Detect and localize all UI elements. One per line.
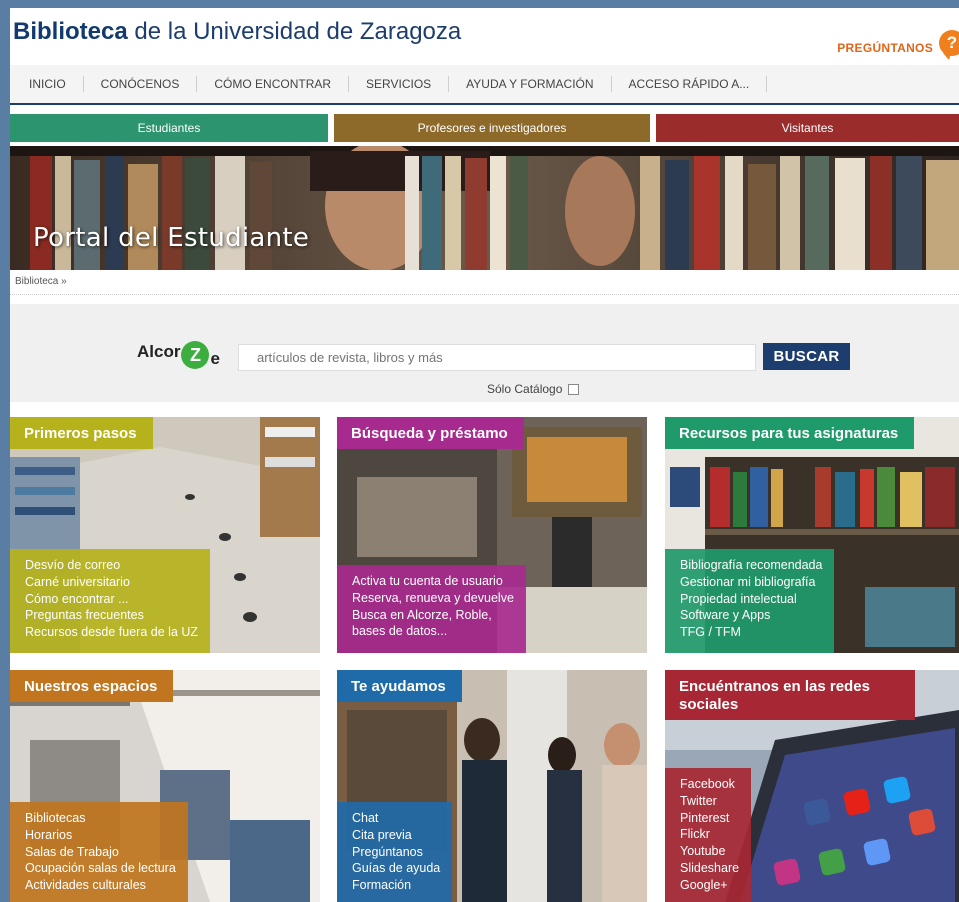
nav-item-inicio[interactable]: INICIO: [12, 76, 84, 92]
card-title[interactable]: Primeros pasos: [10, 417, 153, 449]
tab-estudiantes[interactable]: Estudiantes: [10, 114, 328, 142]
breadcrumb[interactable]: Biblioteca »: [15, 276, 67, 287]
nav-item-como-encontrar[interactable]: CÓMO ENCONTRAR: [197, 76, 350, 92]
logo-text-right: e: [210, 349, 220, 368]
link-bibliografia-recomendada[interactable]: Bibliografía recomendada: [680, 557, 822, 574]
card-links: Chat Cita previa Pregúntanos Guías de ay…: [337, 802, 453, 902]
logo-text-left: Alcor: [137, 342, 181, 361]
link-pinterest[interactable]: Pinterest: [680, 810, 739, 827]
nav-item-servicios[interactable]: SERVICIOS: [349, 76, 450, 92]
card-nuestros-espacios[interactable]: Nuestros espacios Bibliotecas Horarios S…: [10, 670, 320, 902]
link-preguntas-frecuentes[interactable]: Preguntas frecuentes: [25, 607, 198, 624]
link-reserva-renueva[interactable]: Reserva, renueva y devuelve: [352, 590, 514, 607]
site-title[interactable]: Biblioteca de la Universidad de Zaragoza: [13, 18, 461, 46]
ask-link[interactable]: PREGÚNTANOS ?: [837, 30, 959, 60]
card-links: Bibliotecas Horarios Salas de Trabajo Oc…: [10, 802, 188, 902]
link-horarios[interactable]: Horarios: [25, 827, 176, 844]
card-te-ayudamos[interactable]: Te ayudamos Chat Cita previa Pregúntanos…: [337, 670, 647, 902]
catalog-only-checkbox[interactable]: [568, 383, 580, 395]
card-title[interactable]: Nuestros espacios: [10, 670, 174, 702]
nav-item-ayuda-formacion[interactable]: AYUDA Y FORMACIÓN: [449, 76, 612, 92]
link-flickr[interactable]: Flickr: [680, 826, 739, 843]
card-title[interactable]: Te ayudamos: [337, 670, 462, 702]
page: Biblioteca de la Universidad de Zaragoza…: [10, 8, 959, 902]
link-facebook[interactable]: Facebook: [680, 776, 739, 793]
link-bibliotecas[interactable]: Bibliotecas: [25, 810, 176, 827]
card-busqueda-prestamo[interactable]: Búsqueda y préstamo Activa tu cuenta de …: [337, 417, 647, 653]
link-gestionar-bibliografia[interactable]: Gestionar mi bibliografía: [680, 574, 822, 591]
audience-tabs: Estudiantes Profesores e investigadores …: [10, 114, 959, 142]
link-actividades-culturales[interactable]: Actividades culturales: [25, 877, 176, 894]
link-preguntanos[interactable]: Pregúntanos: [352, 844, 440, 861]
link-activa-cuenta[interactable]: Activa tu cuenta de usuario: [352, 573, 514, 590]
link-ocupacion-salas[interactable]: Ocupación salas de lectura: [25, 860, 176, 877]
link-slideshare[interactable]: Slideshare: [680, 860, 739, 877]
card-links: Activa tu cuenta de usuario Reserva, ren…: [337, 565, 526, 653]
card-links: Bibliografía recomendada Gestionar mi bi…: [665, 549, 835, 653]
catalog-only-option[interactable]: Sólo Catálogo: [487, 382, 580, 396]
alcorze-logo: Alcor Z e: [137, 334, 220, 369]
search-button[interactable]: BUSCAR: [763, 343, 850, 370]
breadcrumb-divider: [10, 294, 959, 295]
tab-profesores[interactable]: Profesores e investigadores: [334, 114, 650, 142]
link-tfg-tfm[interactable]: TFG / TFM: [680, 624, 822, 641]
link-cita-previa[interactable]: Cita previa: [352, 827, 440, 844]
card-primeros-pasos[interactable]: Primeros pasos Desvío de correo Carné un…: [10, 417, 320, 653]
ask-label[interactable]: PREGÚNTANOS: [837, 41, 933, 55]
nav-item-acceso-rapido[interactable]: ACCESO RÁPIDO A...: [612, 76, 768, 92]
nav-item-conocenos[interactable]: CONÓCENOS: [84, 76, 198, 92]
link-propiedad-intelectual[interactable]: Propiedad intelectual: [680, 591, 822, 608]
card-title[interactable]: Encuéntranos en las redes sociales: [665, 670, 915, 720]
link-bases-datos[interactable]: bases de datos...: [352, 623, 514, 640]
link-guias-ayuda[interactable]: Guías de ayuda: [352, 860, 440, 877]
link-carne-universitario[interactable]: Carné universitario: [25, 574, 198, 591]
site-title-bold: Biblioteca: [13, 18, 128, 45]
logo-z-icon: Z: [181, 341, 210, 369]
link-youtube[interactable]: Youtube: [680, 843, 739, 860]
link-busca-alcorze[interactable]: Busca en Alcorze, Roble,: [352, 607, 514, 624]
link-software-apps[interactable]: Software y Apps: [680, 607, 822, 624]
tab-visitantes[interactable]: Visitantes: [656, 114, 959, 142]
card-title[interactable]: Recursos para tus asignaturas: [665, 417, 915, 449]
link-google-plus[interactable]: Google+: [680, 877, 739, 894]
site-title-rest: de la Universidad de Zaragoza: [127, 18, 462, 45]
search-panel: Alcor Z e BUSCAR Sólo Catálogo: [10, 304, 959, 402]
link-como-encontrar[interactable]: Cómo encontrar ...: [25, 591, 198, 608]
card-redes-sociales[interactable]: Encuéntranos en las redes sociales Faceb…: [665, 670, 959, 902]
card-title[interactable]: Búsqueda y préstamo: [337, 417, 524, 449]
card-recursos-asignaturas[interactable]: Recursos para tus asignaturas Bibliograf…: [665, 417, 959, 653]
link-desvio-correo[interactable]: Desvío de correo: [25, 557, 198, 574]
hero-banner: Portal del Estudiante: [10, 146, 959, 270]
card-links: Facebook Twitter Pinterest Flickr Youtub…: [665, 768, 752, 902]
card-links: Desvío de correo Carné universitario Cóm…: [10, 549, 211, 653]
question-bubble-icon[interactable]: ?: [939, 30, 959, 60]
link-formacion[interactable]: Formación: [352, 877, 440, 894]
link-chat[interactable]: Chat: [352, 810, 440, 827]
main-nav: INICIO CONÓCENOS CÓMO ENCONTRAR SERVICIO…: [10, 65, 959, 105]
link-salas-trabajo[interactable]: Salas de Trabajo: [25, 844, 176, 861]
banner-title: Portal del Estudiante: [33, 223, 310, 253]
search-input[interactable]: [238, 344, 756, 371]
catalog-only-label: Sólo Catálogo: [487, 382, 563, 396]
link-twitter[interactable]: Twitter: [680, 793, 739, 810]
link-recursos-fuera-uz[interactable]: Recursos desde fuera de la UZ: [25, 624, 198, 641]
